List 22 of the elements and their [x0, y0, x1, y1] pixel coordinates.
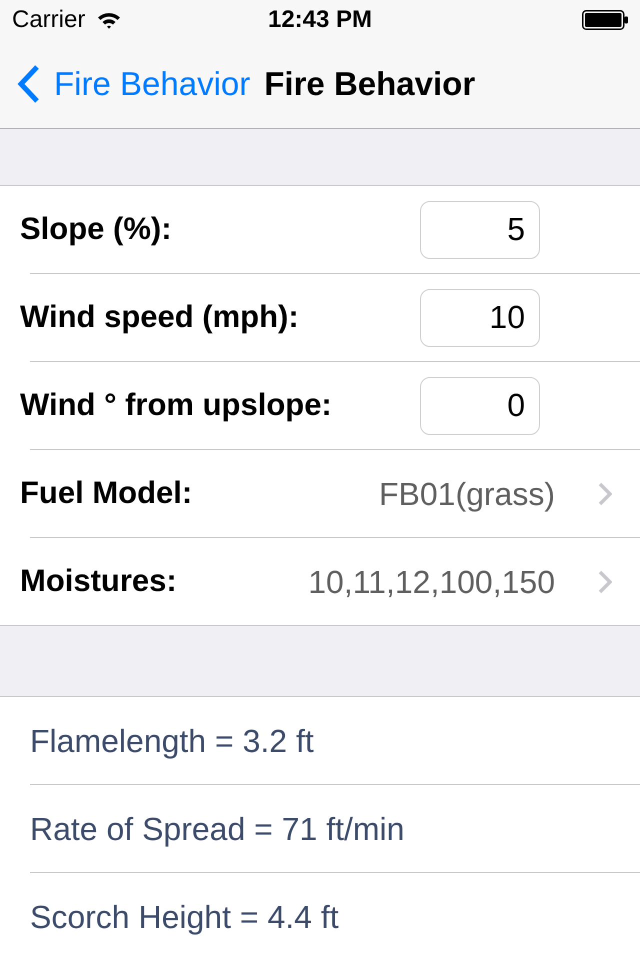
- row-label: Slope (%):: [20, 210, 172, 248]
- carrier-label: Carrier: [12, 5, 86, 35]
- row-value: 10,11,12,100,150: [308, 562, 555, 602]
- result-text: Rate of Spread = 71 ft/min: [30, 810, 404, 849]
- input-field[interactable]: 5: [420, 200, 540, 258]
- chevron-icon: [598, 570, 612, 594]
- result-text: Flamelength = 3.2 ft: [30, 722, 314, 761]
- nav-title: Fire Behavior: [264, 64, 476, 104]
- input-field[interactable]: 0: [420, 376, 540, 434]
- row-label: Fuel Model:: [20, 474, 192, 512]
- row-label: Wind ° from upslope:: [20, 386, 332, 424]
- row-label: Moistures:: [20, 562, 177, 600]
- back-button[interactable]: Fire Behavior: [16, 59, 250, 109]
- chevron-icon: [598, 482, 612, 506]
- row-value: FB01(grass): [378, 474, 555, 514]
- wifi-icon: [97, 11, 122, 29]
- back-chevron-icon: [16, 64, 40, 104]
- battery-icon: [582, 10, 628, 30]
- status-time: 12:43 PM: [268, 5, 372, 35]
- input-field[interactable]: 10: [420, 288, 540, 346]
- row-label: Wind speed (mph):: [20, 298, 299, 336]
- result-text: Scorch Height = 4.4 ft: [30, 898, 339, 937]
